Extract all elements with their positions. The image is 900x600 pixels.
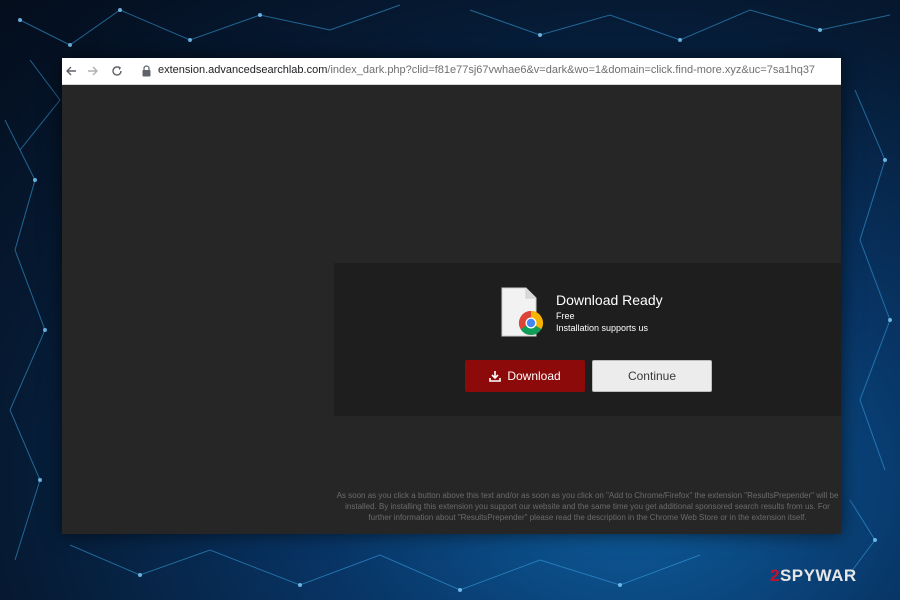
- download-button-label: Download: [507, 369, 561, 383]
- forward-button[interactable]: [84, 62, 102, 80]
- url-host: extension.advancedsearchlab.com: [158, 64, 328, 76]
- reload-button[interactable]: [108, 62, 126, 80]
- download-button[interactable]: Download: [465, 360, 585, 392]
- page-content: Download Ready Free Installation support…: [62, 85, 841, 534]
- arrow-left-icon: [66, 66, 76, 76]
- site-watermark: 2SPYWAR: [770, 566, 857, 586]
- download-panel: Download Ready Free Installation support…: [334, 263, 841, 416]
- back-button[interactable]: [62, 62, 80, 80]
- download-free-label: Free: [556, 311, 575, 321]
- browser-toolbar: extension.advancedsearchlab.com/index_da…: [62, 58, 841, 85]
- watermark-word: SPYWAR: [779, 566, 857, 585]
- download-icon: [489, 371, 502, 382]
- arrow-right-icon: [88, 66, 98, 76]
- continue-button-label: Continue: [627, 369, 677, 383]
- continue-button[interactable]: Continue: [592, 360, 712, 392]
- reload-icon: [112, 66, 122, 76]
- download-support-label: Installation supports us: [556, 323, 649, 333]
- watermark-prefix: 2: [770, 566, 780, 585]
- address-bar[interactable]: extension.advancedsearchlab.com/index_da…: [158, 64, 815, 76]
- chrome-file-icon: [501, 287, 544, 337]
- url-path: /index_dark.php?clid=f81e77sj67vwhae6&v=…: [327, 64, 816, 76]
- disclaimer-text: As soon as you click a button above this…: [336, 491, 839, 522]
- download-title: Download Ready: [556, 292, 663, 308]
- lock-icon: [142, 65, 151, 77]
- browser-window: extension.advancedsearchlab.com/index_da…: [62, 58, 841, 534]
